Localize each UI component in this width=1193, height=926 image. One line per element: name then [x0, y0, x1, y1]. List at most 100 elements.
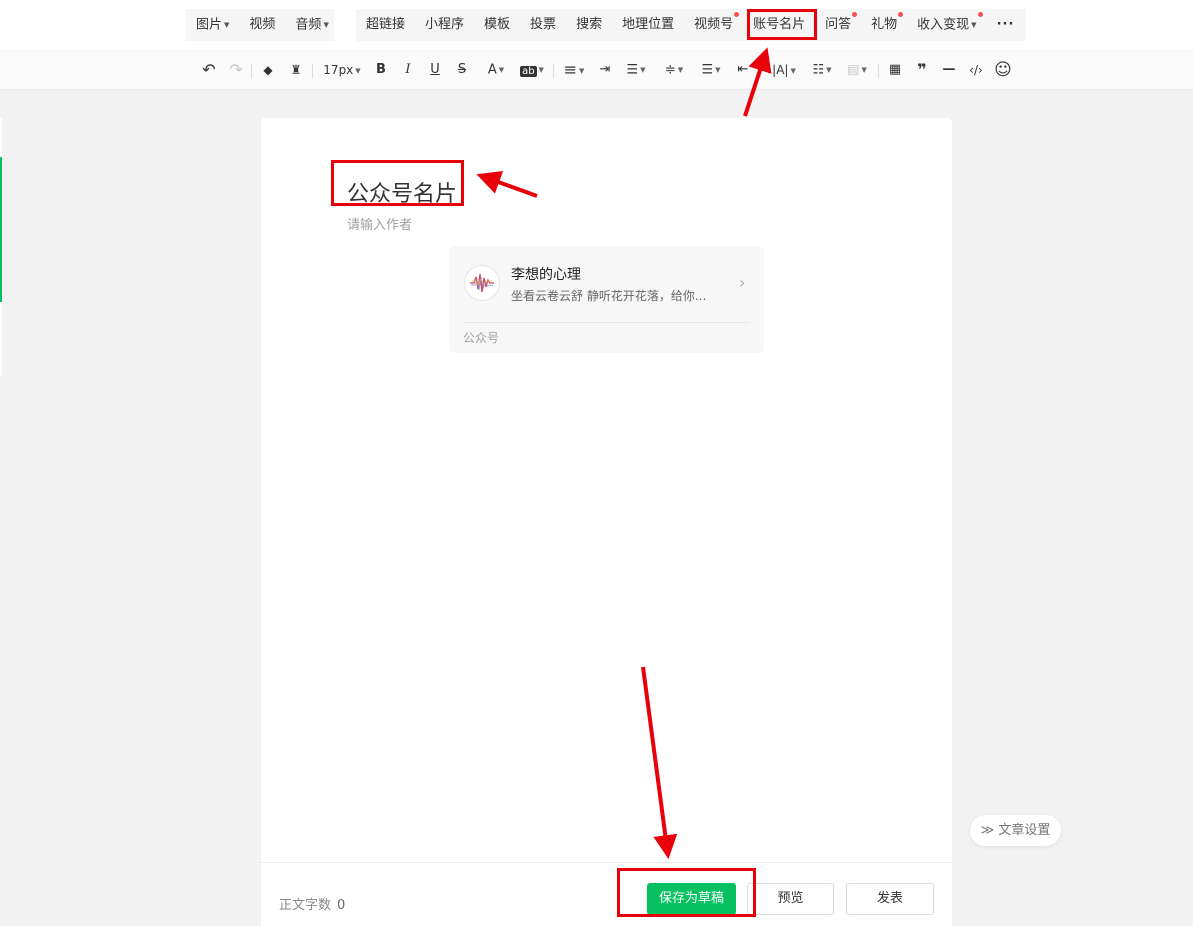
format-brush-icon[interactable]: ♜ — [287, 59, 305, 81]
word-count-label: 正文字数 — [279, 898, 332, 913]
menu-mini-program[interactable]: 小程序 — [415, 9, 474, 41]
new-dot-badge — [898, 12, 904, 17]
word-count-value: 0 — [337, 898, 346, 913]
list-icon[interactable]: ☷ ▼ — [808, 59, 836, 81]
menu-hyperlink[interactable]: 超链接 — [356, 9, 415, 41]
menu-label: 地理位置 — [622, 17, 675, 32]
menu-label: 收入变现 — [917, 17, 970, 33]
article-title[interactable]: 公众号名片 — [347, 176, 457, 208]
menu-label: 问答 — [825, 17, 852, 32]
card-divider — [463, 322, 750, 323]
menu-label: 视频号 — [694, 17, 734, 32]
menu-label: 超链接 — [366, 17, 406, 32]
caret-down-icon: ▼ — [355, 66, 361, 75]
font-color-icon[interactable]: A ▼ — [482, 59, 510, 81]
more-menu-button[interactable]: ··· — [987, 9, 1025, 41]
menu-label: 图片 — [196, 17, 223, 33]
caret-down-icon: ▼ — [640, 66, 646, 74]
table-icon[interactable]: ▦ — [886, 59, 904, 81]
code-icon[interactable]: ‹/› — [964, 59, 988, 81]
spacing-glyph: ☰ — [701, 62, 714, 78]
caret-down-icon: ▼ — [677, 66, 684, 74]
article-settings-button[interactable]: ≫ 文章设置 — [970, 815, 1061, 846]
eraser-icon[interactable]: ◆ — [259, 59, 277, 81]
account-card[interactable]: 李想的心理 坐看云卷云舒 静听花开花落，给你... › 公众号 — [449, 246, 764, 353]
caret-down-icon: ▼ — [971, 21, 977, 29]
menu-label: 投票 — [530, 17, 557, 32]
editor-page: 公众号名片 请输入作者 李想的心理 坐看云卷云舒 静听花开花落，给你... › … — [261, 118, 952, 926]
chevron-right-icon: › — [739, 273, 746, 292]
caret-down-icon: ▼ — [323, 21, 329, 29]
line-height-icon[interactable]: ≑ ▼ — [660, 59, 688, 81]
undo-icon[interactable]: ↶ — [200, 59, 218, 81]
menu-template[interactable]: 模板 — [474, 9, 520, 41]
menu-gift[interactable]: 礼物 — [861, 9, 907, 41]
menu-account-card[interactable]: 账号名片 — [743, 9, 815, 41]
toolbar-divider — [878, 64, 879, 78]
indent-glyph: ☰ — [626, 62, 639, 78]
account-type-label: 公众号 — [463, 331, 500, 345]
caret-down-icon: ▼ — [538, 66, 544, 74]
paragraph-spacing-icon[interactable]: ☰ ▼ — [697, 59, 725, 81]
toolbar-divider — [312, 64, 313, 78]
menu-image[interactable]: 图片 ▼ — [186, 9, 239, 41]
menu-location[interactable]: 地理位置 — [612, 9, 684, 41]
align-glyph: ≡ — [563, 60, 577, 79]
caret-down-icon: ▼ — [224, 21, 230, 29]
indent-icon[interactable]: ⇥ — [596, 59, 614, 81]
publish-button[interactable]: 发表 — [846, 883, 934, 915]
menu-audio[interactable]: 音频 ▼ — [285, 9, 338, 41]
menu-label: 账号名片 — [753, 17, 806, 32]
waveform-logo-icon — [470, 273, 494, 293]
bold-icon[interactable]: B — [373, 59, 389, 81]
caret-down-icon: ▼ — [826, 66, 832, 74]
menu-channels[interactable]: 视频号 — [684, 9, 743, 41]
toolbar-divider — [553, 64, 554, 78]
divider-line-icon[interactable]: — — [940, 59, 958, 81]
highlight-icon[interactable]: ab ▼ — [518, 59, 546, 81]
style-icon[interactable]: ▤ ▼ — [843, 59, 871, 81]
left-accent-bar — [0, 157, 2, 302]
menu-search[interactable]: 搜索 — [566, 9, 612, 41]
caret-down-icon: ▼ — [498, 66, 505, 74]
font-color-glyph: A — [487, 62, 497, 78]
letter-spacing-icon[interactable]: |A| ▼ — [768, 59, 800, 81]
caret-down-icon: ▼ — [579, 66, 585, 75]
caret-down-icon: ▼ — [715, 66, 721, 74]
outdent-icon[interactable]: ⇤ — [734, 59, 752, 81]
new-dot-badge — [852, 12, 858, 17]
underline-icon[interactable]: U — [427, 59, 443, 81]
preview-button[interactable]: 预览 — [747, 883, 834, 915]
emoji-icon[interactable]: ☺ — [993, 59, 1013, 81]
media-menu-group: 图片 ▼ 视频 音频 ▼ — [186, 9, 334, 41]
line-height-glyph: ≑ — [664, 62, 676, 78]
align-icon[interactable]: ≡ ▼ — [560, 59, 588, 81]
menu-video[interactable]: 视频 — [239, 9, 285, 41]
save-draft-button[interactable]: 保存为草稿 — [647, 883, 736, 915]
menu-label: 音频 — [295, 17, 322, 33]
menu-label: 礼物 — [871, 17, 898, 32]
menu-label: 模板 — [484, 17, 511, 32]
first-line-indent-icon[interactable]: ☰ ▼ — [622, 59, 650, 81]
quote-icon[interactable]: ❞ — [913, 59, 931, 81]
letter-spacing-glyph: |A| — [772, 63, 789, 77]
caret-down-icon: ▼ — [790, 66, 796, 75]
toolbar-divider — [760, 64, 761, 78]
caret-down-icon: ▼ — [861, 66, 867, 74]
strikethrough-icon[interactable]: S — [454, 59, 470, 81]
author-input[interactable]: 请输入作者 — [347, 214, 412, 233]
font-size-select[interactable]: 17px ▼ — [320, 59, 364, 81]
list-glyph: ☷ — [812, 62, 825, 78]
menu-label: 小程序 — [425, 17, 465, 32]
menu-qa[interactable]: 问答 — [815, 9, 861, 41]
style-glyph: ▤ — [847, 62, 860, 78]
menu-monetize[interactable]: 收入变现 ▼ — [907, 9, 986, 41]
menu-vote[interactable]: 投票 — [520, 9, 566, 41]
font-size-value: 17px — [323, 63, 354, 77]
new-dot-badge — [734, 12, 740, 17]
redo-icon[interactable]: ↷ — [227, 59, 245, 81]
new-dot-badge — [977, 12, 983, 17]
insert-menu-bar: 图片 ▼ 视频 音频 ▼ 超链接 小程序 模板 投票 搜索 地理位置 视频号 账号名… — [0, 0, 1193, 49]
italic-icon[interactable]: I — [400, 59, 416, 81]
menu-label: 视频 — [249, 17, 276, 32]
